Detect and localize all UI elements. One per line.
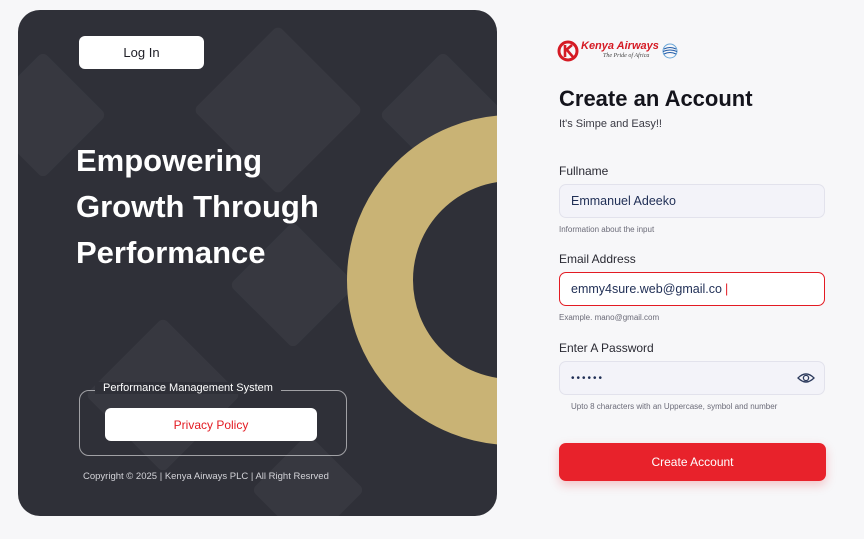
fullname-field[interactable]: Emmanuel Adeeko xyxy=(559,184,825,218)
password-label: Enter A Password xyxy=(559,341,654,355)
text-caret: | xyxy=(724,282,729,296)
privacy-policy-button[interactable]: Privacy Policy xyxy=(105,408,317,441)
fullname-value: Emmanuel Adeeko xyxy=(571,194,676,208)
fullname-hint: Information about the input xyxy=(559,225,655,234)
fullname-label: Fullname xyxy=(559,164,609,178)
hero-panel: Log In Empowering Growth Through Perform… xyxy=(18,10,497,516)
logo-tagline: The Pride of Africa xyxy=(603,53,650,59)
eye-icon[interactable] xyxy=(797,371,815,385)
hero-line: Growth Through xyxy=(76,189,319,224)
pms-fieldset: Performance Management System Privacy Po… xyxy=(79,382,347,456)
hero-heading: Empowering Growth Through Performance xyxy=(76,138,376,276)
password-value: •••••• xyxy=(571,372,605,384)
login-button[interactable]: Log In xyxy=(79,36,204,69)
email-field[interactable]: emmy4sure.web@gmail.co | xyxy=(559,272,825,306)
hero-line: Empowering xyxy=(76,143,263,178)
create-account-button[interactable]: Create Account xyxy=(559,443,826,481)
password-hint: Upto 8 characters with an Uppercase, sym… xyxy=(571,402,778,411)
logo-name: Kenya Airways xyxy=(581,40,659,52)
hero-line: Performance xyxy=(76,235,266,270)
email-hint: Example. mano@gmail.com xyxy=(559,313,660,322)
copyright-text: Copyright © 2025 | Kenya Airways PLC | A… xyxy=(83,471,329,482)
email-value: emmy4sure.web@gmail.co xyxy=(571,282,722,296)
email-label: Email Address xyxy=(559,252,636,266)
password-field[interactable]: •••••• xyxy=(559,361,825,395)
pms-title: Performance Management System xyxy=(95,382,281,394)
kenya-airways-logo: Kenya Airways The Pride of Africa xyxy=(557,38,679,64)
kenya-airways-logo-icon xyxy=(557,40,579,62)
skyteam-globe-icon xyxy=(662,43,678,59)
form-subtitle: It's Simpe and Easy!! xyxy=(559,118,662,130)
form-title: Create an Account xyxy=(559,86,753,111)
